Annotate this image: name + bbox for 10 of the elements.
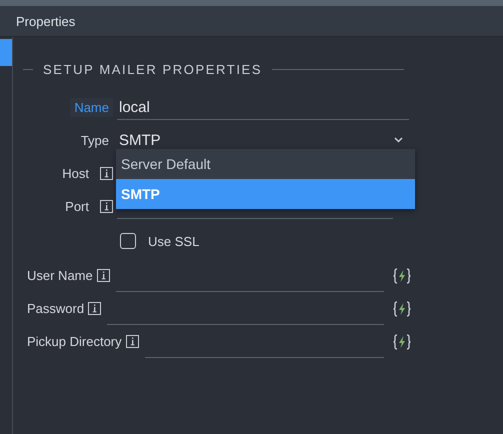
- field-label: Name: [70, 98, 113, 117]
- panel-title: Properties: [16, 14, 76, 28]
- field-label: Pickup Directory: [27, 333, 122, 351]
- field-label: User Name: [27, 267, 93, 285]
- field-label: Port: [64, 198, 90, 216]
- field-label: Type: [80, 132, 110, 150]
- section-title: SETUP MAILER PROPERTIES: [43, 62, 262, 77]
- checkbox-label: Use SSL: [148, 234, 200, 248]
- field-label: Host: [61, 165, 90, 183]
- field-label: Password: [27, 300, 84, 318]
